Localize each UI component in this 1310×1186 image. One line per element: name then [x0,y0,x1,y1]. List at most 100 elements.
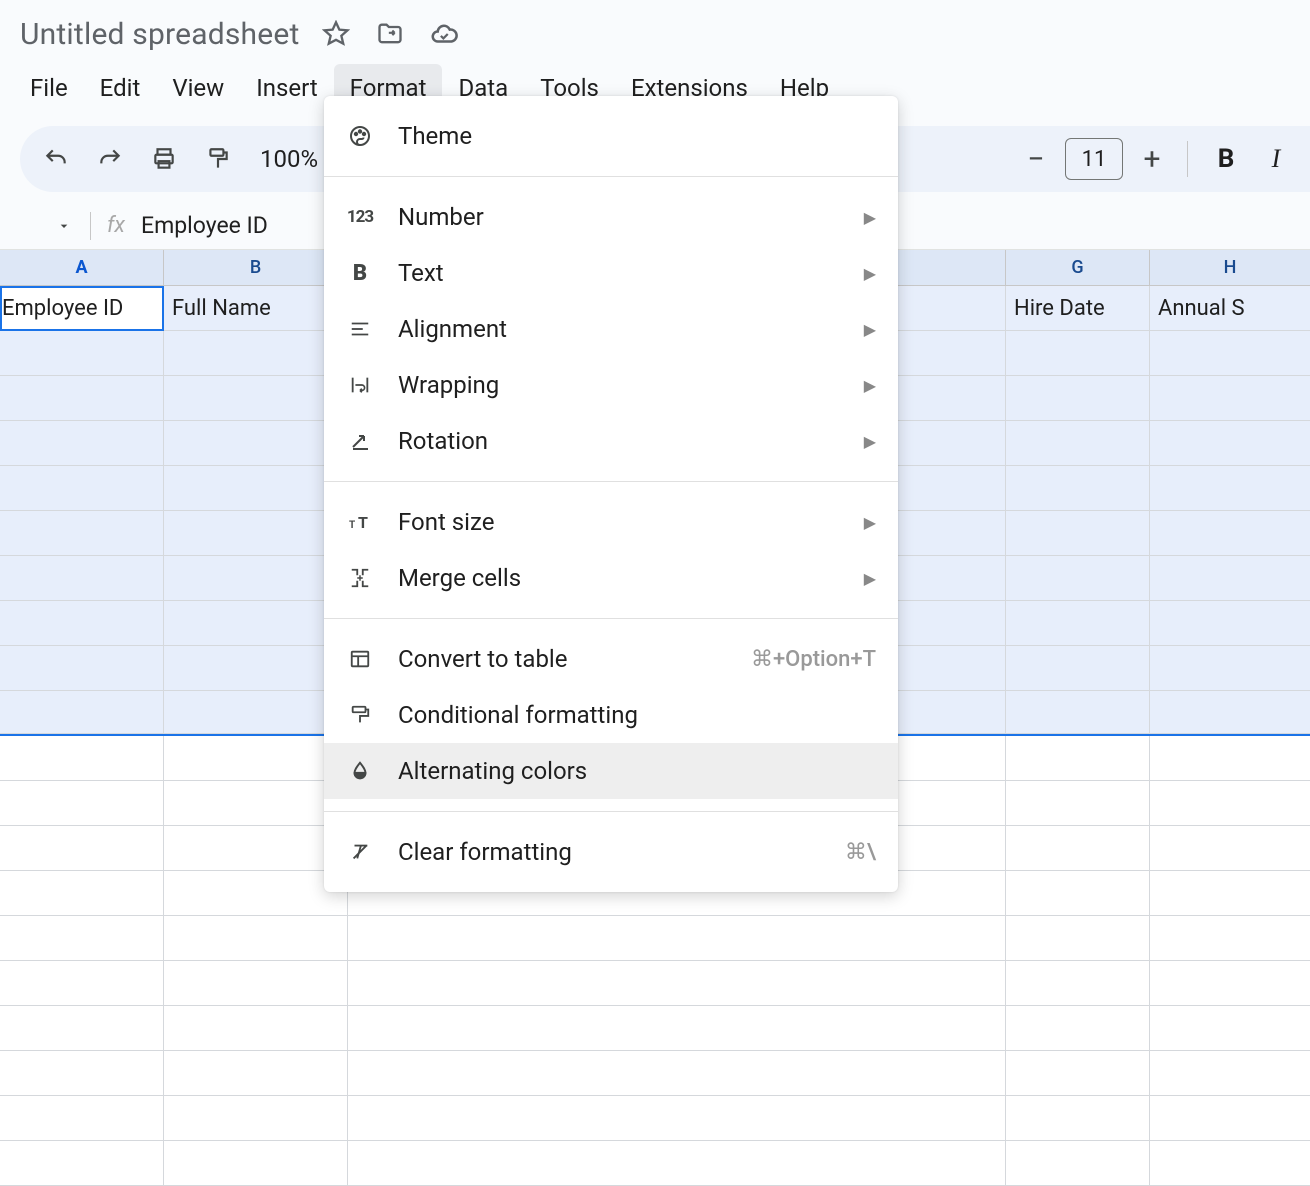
cell[interactable] [164,466,348,511]
cell[interactable] [0,736,164,781]
col-header-a[interactable]: A [0,250,164,286]
cell[interactable] [1006,781,1150,826]
menu-font-size[interactable]: TT Font size ▶ [324,494,898,550]
cell[interactable] [0,421,164,466]
cell[interactable] [164,736,348,781]
cell[interactable] [164,646,348,691]
cell[interactable] [0,331,164,376]
cell[interactable] [1006,961,1150,1006]
cell[interactable] [1150,511,1310,556]
cell[interactable] [0,1096,164,1141]
cell[interactable] [164,871,348,916]
cell[interactable] [1006,556,1150,601]
cell[interactable] [0,871,164,916]
col-header-b[interactable]: B [164,250,348,286]
cell[interactable] [1150,1051,1310,1096]
cell[interactable] [0,826,164,871]
cell[interactable] [1150,331,1310,376]
cell[interactable] [1006,916,1150,961]
cell-a1[interactable]: Employee ID [0,286,164,331]
cell-h1[interactable]: Annual S [1150,286,1310,331]
cell[interactable] [1150,1006,1310,1051]
cell[interactable] [1006,871,1150,916]
undo-button[interactable] [36,139,76,179]
italic-button[interactable]: I [1258,144,1294,174]
menu-theme[interactable]: Theme [324,108,898,164]
cell[interactable] [164,1096,348,1141]
cell[interactable] [1006,466,1150,511]
zoom-level[interactable]: 100% [252,145,326,173]
cell[interactable] [1150,556,1310,601]
cell[interactable] [0,646,164,691]
cell[interactable] [1150,781,1310,826]
star-icon[interactable] [318,16,354,52]
menu-edit[interactable]: Edit [84,64,157,112]
cell[interactable] [164,691,348,734]
cell[interactable] [1150,421,1310,466]
cell[interactable] [164,376,348,421]
doc-title[interactable]: Untitled spreadsheet [20,17,300,52]
bold-button[interactable]: B [1208,144,1244,174]
cell[interactable] [164,1051,348,1096]
cell[interactable] [1006,511,1150,556]
menu-insert[interactable]: Insert [240,64,333,112]
menu-alignment[interactable]: Alignment ▶ [324,301,898,357]
cell[interactable] [164,916,348,961]
col-header-h[interactable]: H [1150,250,1310,286]
menu-merge-cells[interactable]: Merge cells ▶ [324,550,898,606]
cell[interactable] [1150,961,1310,1006]
cell[interactable] [1006,736,1150,781]
cell[interactable] [1150,826,1310,871]
cell[interactable] [1150,691,1310,734]
cell[interactable] [348,961,1006,1006]
menu-text[interactable]: B Text ▶ [324,245,898,301]
cell[interactable] [1150,916,1310,961]
menu-file[interactable]: File [14,64,84,112]
paint-format-button[interactable] [198,139,238,179]
cell[interactable] [1006,331,1150,376]
cell[interactable] [164,421,348,466]
cell[interactable] [0,916,164,961]
cell[interactable] [1006,1006,1150,1051]
cell[interactable] [164,511,348,556]
name-box-dropdown[interactable] [0,218,90,234]
cell[interactable] [1006,601,1150,646]
cell[interactable] [0,781,164,826]
cloud-status-icon[interactable] [426,16,462,52]
cell[interactable] [1150,1096,1310,1141]
cell[interactable] [348,1006,1006,1051]
menu-alternating-colors[interactable]: Alternating colors [324,743,898,799]
cell[interactable] [1150,376,1310,421]
cell[interactable] [0,466,164,511]
cell[interactable] [1150,871,1310,916]
cell[interactable] [0,601,164,646]
font-size-increase[interactable]: + [1137,142,1167,177]
cell[interactable] [348,916,1006,961]
print-button[interactable] [144,139,184,179]
font-size-decrease[interactable]: − [1021,142,1051,177]
cell[interactable] [348,1051,1006,1096]
font-size-input[interactable]: 11 [1065,138,1123,180]
cell[interactable] [0,556,164,601]
cell[interactable] [1006,646,1150,691]
cell[interactable] [0,511,164,556]
cell[interactable] [164,556,348,601]
cell[interactable] [0,1051,164,1096]
cell[interactable] [164,1006,348,1051]
menu-conditional-formatting[interactable]: Conditional formatting [324,687,898,743]
cell[interactable] [0,691,164,734]
menu-number[interactable]: 123 Number ▶ [324,189,898,245]
cell[interactable] [164,961,348,1006]
cell[interactable] [1006,421,1150,466]
cell[interactable] [1006,1096,1150,1141]
cell[interactable] [1150,601,1310,646]
cell[interactable] [1006,376,1150,421]
cell[interactable] [164,781,348,826]
cell[interactable] [0,961,164,1006]
cell[interactable] [1006,826,1150,871]
cell[interactable] [0,1006,164,1051]
menu-clear-formatting[interactable]: Clear formatting ⌘\ [324,824,898,880]
menu-rotation[interactable]: Rotation ▶ [324,413,898,469]
cell[interactable] [1150,736,1310,781]
cell[interactable] [348,1096,1006,1141]
